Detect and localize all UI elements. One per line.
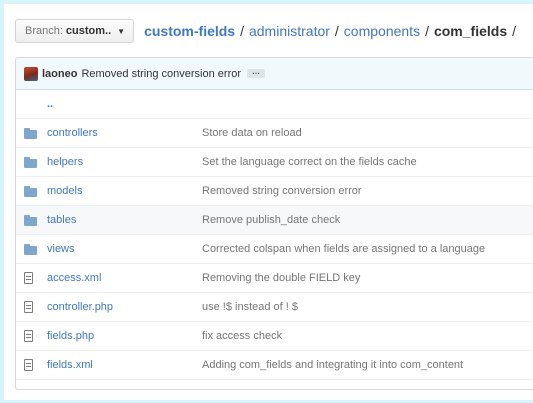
breadcrumb-separator: /	[334, 23, 339, 39]
commit-message-link[interactable]: Set the language correct on the fields c…	[202, 156, 417, 168]
breadcrumb-link-administrator[interactable]: administrator	[249, 23, 330, 39]
table-row[interactable]: fields.php fix access check	[16, 322, 533, 351]
file-text-icon	[24, 330, 33, 342]
breadcrumb-current: com_fields	[433, 23, 508, 39]
folder-icon	[24, 214, 37, 226]
file-text-icon	[24, 301, 33, 313]
table-row[interactable]: access.xml Removing the double FIELD key	[16, 264, 533, 293]
breadcrumb: custom-fields / administrator / componen…	[144, 23, 521, 39]
file-name-link[interactable]: views	[47, 243, 202, 255]
branch-name: custom..	[65, 25, 112, 37]
table-row[interactable]: tables Remove publish_date check	[16, 206, 533, 235]
breadcrumb-separator: /	[512, 23, 516, 39]
parent-directory-row[interactable]: ..	[16, 90, 533, 119]
commit-message[interactable]: Removed string conversion error	[81, 68, 241, 80]
breadcrumb-repo-link[interactable]: custom-fields	[144, 23, 235, 39]
folder-icon	[24, 156, 37, 168]
commit-message-link[interactable]: Adding com_fields and integrating it int…	[202, 359, 463, 371]
table-row[interactable]: models Removed string conversion error	[16, 177, 533, 206]
folder-icon	[24, 127, 37, 139]
file-name-link[interactable]: tables	[47, 214, 202, 226]
latest-commit-bar: laoneo Removed string conversion error …	[16, 58, 533, 90]
file-name-link[interactable]: helpers	[47, 156, 202, 168]
table-row[interactable]: fields.xml Adding com_fields and integra…	[16, 351, 533, 380]
commit-message-link[interactable]: Remove publish_date check	[202, 214, 340, 226]
branch-label: Branch:	[25, 25, 63, 37]
breadcrumb-link-components[interactable]: components	[344, 23, 420, 39]
file-name-link[interactable]: models	[47, 185, 202, 197]
table-row[interactable]: helpers Set the language correct on the …	[16, 148, 533, 177]
file-text-icon	[24, 272, 33, 284]
commit-message-link[interactable]: Removed string conversion error	[202, 185, 362, 197]
page: Branch: custom.. ▼ custom-fields / admin…	[4, 4, 533, 400]
branch-select-button[interactable]: Branch: custom.. ▼	[15, 19, 135, 43]
parent-directory-link[interactable]: ..	[47, 98, 202, 110]
folder-icon	[24, 185, 37, 197]
file-text-icon	[24, 359, 33, 371]
commit-message-link[interactable]: Removing the double FIELD key	[202, 272, 360, 284]
file-name-link[interactable]: fields.php	[47, 330, 202, 342]
commit-message-link[interactable]: fix access check	[202, 330, 282, 342]
avatar[interactable]	[24, 66, 38, 81]
file-navigation: Branch: custom.. ▼ custom-fields / admin…	[15, 18, 521, 44]
caret-down-icon: ▼	[117, 26, 126, 36]
commit-message-link[interactable]: Store data on reload	[202, 127, 302, 139]
breadcrumb-separator: /	[425, 23, 429, 39]
table-row[interactable]: controller.php use !$ instead of ! $	[16, 293, 533, 322]
file-name-link[interactable]: fields.xml	[47, 359, 202, 371]
breadcrumb-separator: /	[240, 23, 244, 39]
folder-icon	[24, 243, 37, 255]
file-table: laoneo Removed string conversion error ……	[15, 57, 533, 390]
table-row[interactable]: views Corrected colspan when fields are …	[16, 235, 533, 264]
file-name-link[interactable]: controllers	[47, 127, 202, 139]
commit-message-link[interactable]: use !$ instead of ! $	[202, 301, 298, 313]
commit-author[interactable]: laoneo	[42, 68, 77, 80]
expand-commit-button[interactable]: …	[247, 68, 266, 78]
commit-message-link[interactable]: Corrected colspan when fields are assign…	[202, 243, 485, 255]
file-name-link[interactable]: access.xml	[47, 272, 202, 284]
table-row[interactable]: controllers Store data on reload	[16, 119, 533, 148]
file-name-link[interactable]: controller.php	[47, 301, 202, 313]
